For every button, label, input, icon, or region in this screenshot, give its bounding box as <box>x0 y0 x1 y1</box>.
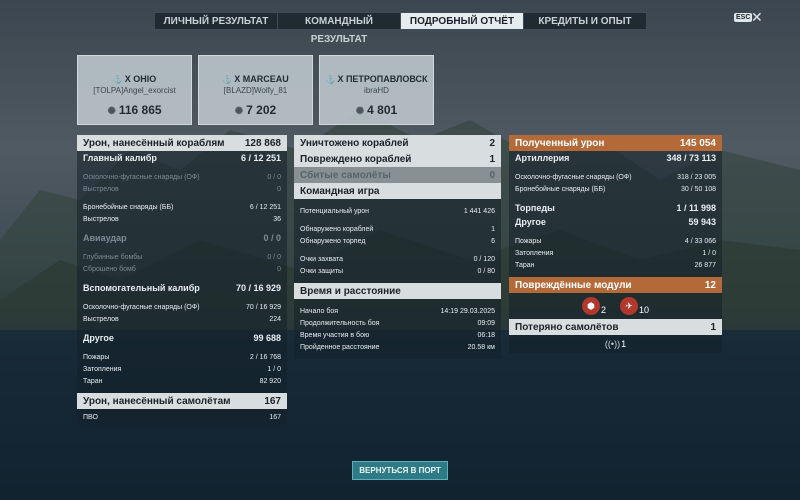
tab-personal-result[interactable]: ЛИЧНЫЙ РЕЗУЛЬТАТ <box>154 12 278 30</box>
tab-credits-xp[interactable]: КРЕДИТЫ И ОПЫТ <box>523 12 647 30</box>
ap-row: Бронебойные снаряды (ББ) 6 / 12 251 <box>83 203 281 211</box>
received-other-row: Другое 59 943 <box>515 217 716 227</box>
received-he-row: Осколочно-фугасные снаряды (ОФ) 318 / 23 … <box>515 173 716 181</box>
airstrike-row: Авиаудар 0 / 0 <box>83 233 281 243</box>
ship-card-marceau: ⚓ X MARCEAU [BLAZD]Wolfy_81 ✺ 7 202 <box>198 55 313 125</box>
steering-icon: ✈ 10 <box>620 297 649 315</box>
he-row: Осколочно-фугасные снаряды (ОФ) 0 / 0 <box>83 173 281 181</box>
battle-summary-panel: Уничтожено кораблей 2 Повреждено кораблей… <box>294 135 501 359</box>
torpedoes-spotted-row: Обнаружено торпед 6 <box>300 237 495 245</box>
ship-class-icon: ⚓ <box>222 75 233 84</box>
damage-icon: ✺ <box>107 106 116 117</box>
player-name: [TOLPA]Angel_exorcist <box>93 86 176 95</box>
time-distance-header: Время и расстояние <box>294 283 501 299</box>
ap-shots-row: Выстрелов 36 <box>83 215 281 223</box>
received-ram-row: Таран 26 877 <box>515 261 716 269</box>
tab-team-result[interactable]: КОМАНДНЫЙ РЕЗУЛЬТАТ <box>277 12 401 45</box>
main-caliber-row: Главный калибр 6 / 12 251 <box>83 153 281 163</box>
ship-card-ohio: ⚓ X OHIO [TOLPA]Angel_exorcist ✺ 116 865 <box>77 55 192 125</box>
planes-lost-icons: ((•)) 1 <box>509 335 722 353</box>
tab-bar: ЛИЧНЫЙ РЕЗУЛЬТАТ КОМАНДНЫЙ РЕЗУЛЬТАТ ПОД… <box>154 12 647 45</box>
ship-class-icon: ⚓ <box>112 75 123 84</box>
ship-name: ⚓ X MARCEAU <box>222 74 289 84</box>
ship-name: ⚓ X OHIO <box>112 74 157 84</box>
artillery-row: Артиллерия 348 / 73 113 <box>515 153 716 163</box>
ship-card-petropavlovsk: ⚓ X ПЕТРОПАВЛОВСК ibraHD ✺ 4 801 <box>319 55 434 125</box>
ship-name: ⚓ X ПЕТРОПАВЛОВСК <box>325 74 428 84</box>
esc-hint: ESC <box>734 13 753 22</box>
capture-row: Очки захвата 0 / 120 <box>300 255 495 263</box>
ram-row: Таран 82 920 <box>83 377 281 385</box>
damage-icon: ✺ <box>355 106 365 117</box>
aa-row: ПВО 167 <box>83 413 281 421</box>
participation-row: Время участия в бою 06:18 <box>300 331 495 339</box>
battle-start-row: Начало боя 14:19 29.03.2025 <box>300 307 495 315</box>
received-damage-panel: Полученный урон 145 054 Артиллерия 348 / 7… <box>509 135 722 353</box>
turret-icon: ⬢ 2 <box>581 297 606 315</box>
ship-damage: ✺ 116 865 <box>107 103 162 117</box>
player-name: [BLAZD]Wolfy_81 <box>223 86 288 95</box>
other-row: Другое 99 688 <box>83 333 281 343</box>
module-icons: ⬢ 2 ✈ 10 <box>509 293 722 319</box>
ship-damage: ✺ 4 801 <box>355 103 398 117</box>
damage-icon: ✺ <box>234 106 244 117</box>
planes-lost-header: Потеряно самолётов 1 <box>509 319 722 335</box>
planes-shot-row: Сбитые самолёты 0 <box>294 167 501 183</box>
sec-shots-row: Выстрелов 224 <box>83 315 281 323</box>
player-name: ibraHD <box>364 86 389 95</box>
ship-damage: ✺ 7 202 <box>234 103 277 117</box>
depth-charges-row: Глубинные бомбы 0 / 0 <box>83 253 281 261</box>
he-shots-row: Выстрелов 0 <box>83 185 281 193</box>
sec-he-row: Осколочно-фугасные снаряды (ОФ) 70 / 16 9… <box>83 303 281 311</box>
distance-row: Пройденное расстояние 20.58 км <box>300 343 495 351</box>
close-icon[interactable]: ✕ <box>751 9 763 26</box>
received-floods-row: Затопления 1 / 0 <box>515 249 716 257</box>
floods-row: Затопления 1 / 0 <box>83 365 281 373</box>
received-ap-row: Бронебойные снаряды (ББ) 30 / 50 108 <box>515 185 716 193</box>
fires-row: Пожары 2 / 16 768 <box>83 353 281 361</box>
return-to-port-button[interactable]: ВЕРНУТЬСЯ В ПОРТ <box>352 461 448 480</box>
ship-class-icon: ⚓ <box>325 75 336 84</box>
spotted-row: Обнаружено кораблей 1 <box>300 225 495 233</box>
damaged-modules-header: Повреждённые модули 12 <box>509 277 722 293</box>
defense-row: Очки защиты 0 / 80 <box>300 267 495 275</box>
damaged-row: Повреждено кораблей 1 <box>294 151 501 167</box>
torpedoes-row: Торпеды 1 / 11 998 <box>515 203 716 213</box>
dealt-damage-panel: Урон, нанесённый кораблям 128 868 Главный… <box>77 135 287 425</box>
tab-detailed-report[interactable]: ПОДРОБНЫЙ ОТЧЁТ <box>400 12 524 30</box>
team-play-header: Командная игра <box>294 183 501 199</box>
radar-icon: ((•)) 1 <box>604 339 627 349</box>
secondary-row: Вспомогательный калибр 70 / 16 929 <box>83 283 281 293</box>
ship-damage-header: Урон, нанесённый кораблям 128 868 <box>77 135 287 151</box>
depth-dropped-row: Сброшено бомб 0 <box>83 265 281 273</box>
destroyed-row: Уничтожено кораблей 2 <box>294 135 501 151</box>
received-fires-row: Пожары 4 / 33 066 <box>515 237 716 245</box>
plane-damage-header: Урон, нанесённый самолётам 167 <box>77 393 287 409</box>
duration-row: Продолжительность боя 09:09 <box>300 319 495 327</box>
received-damage-header: Полученный урон 145 054 <box>509 135 722 151</box>
potential-damage-row: Потенциальный урон 1 441 426 <box>300 207 495 215</box>
